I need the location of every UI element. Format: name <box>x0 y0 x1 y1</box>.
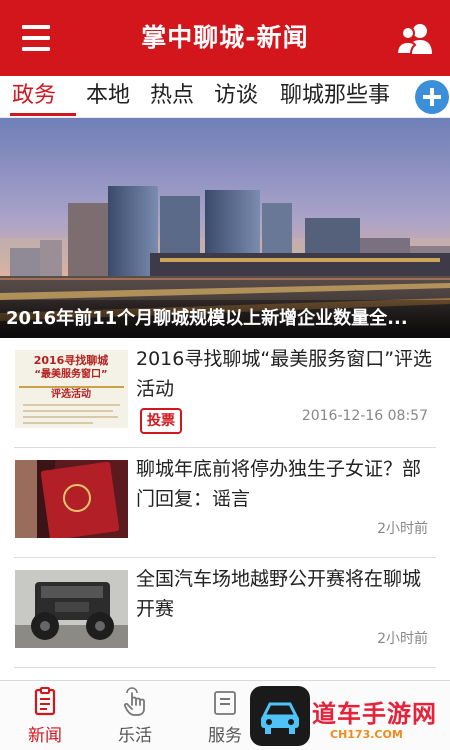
tab-bendi[interactable]: 本地 <box>86 76 130 116</box>
vote-badge[interactable]: 投票 <box>140 408 182 434</box>
news-time: 2小时前 <box>377 631 428 647</box>
menu-icon[interactable] <box>20 20 54 56</box>
nav-news[interactable]: 新闻 <box>0 681 90 750</box>
news-title: 聊城年底前将停办独生子女证？部门回复：谣言 <box>136 458 422 510</box>
tap-icon <box>121 687 149 717</box>
news-title: 2016寻找聊城“最美服务窗口”评选活动 <box>136 348 433 400</box>
news-thumbnail <box>15 460 128 538</box>
news-time: 2016-12-16 08:57 <box>301 408 428 424</box>
tab-redian[interactable]: 热点 <box>150 76 194 116</box>
svg-text:“最美服务窗口”: “最美服务窗口” <box>34 367 107 380</box>
svg-text:2016寻找聊城: 2016寻找聊城 <box>34 353 109 367</box>
nav-service[interactable]: 服务 <box>180 681 270 750</box>
plus-circle-icon[interactable] <box>415 80 449 114</box>
headline-banner[interactable]: 2016年前11个月聊城规模以上新增企业数量全... <box>0 118 450 338</box>
banner-caption: 2016年前11个月聊城规模以上新增企业数量全... <box>0 300 450 338</box>
active-tab-indicator <box>10 113 76 116</box>
nav-label: 新闻 <box>28 726 62 746</box>
tab-fangtan[interactable]: 访谈 <box>214 76 258 116</box>
tab-zhengwu[interactable]: 政务 <box>12 76 56 116</box>
news-time: 2小时前 <box>377 521 428 537</box>
bottom-navigation: 新闻 乐活 服务 <box>0 680 450 750</box>
user-icon[interactable] <box>395 20 434 56</box>
svg-text:评选活动: 评选活动 <box>51 387 91 400</box>
news-item[interactable]: 聊城年底前将停办独生子女证？部门回复：谣言 2小时前 <box>0 448 450 558</box>
divider <box>14 667 436 668</box>
news-item[interactable]: 全国汽车场地越野公开赛将在聊城开赛 2小时前 <box>0 558 450 668</box>
app-title: 掌中聊城-新闻 <box>141 23 309 52</box>
top-app-bar: 掌中聊城-新闻 <box>0 0 450 76</box>
news-thumbnail <box>15 570 128 648</box>
category-tabs: 政务 本地 热点 访谈 聊城那些事 <box>0 76 450 118</box>
nav-label: 服务 <box>208 726 242 746</box>
news-icon <box>31 687 59 717</box>
tab-liaocheng-stories[interactable]: 聊城那些事 <box>280 76 390 116</box>
service-icon <box>211 687 239 717</box>
nav-lehuo[interactable]: 乐活 <box>90 681 180 750</box>
news-thumbnail: 2016寻找聊城 “最美服务窗口” 评选活动 <box>15 350 128 428</box>
news-title: 全国汽车场地越野公开赛将在聊城开赛 <box>136 568 422 620</box>
nav-label: 乐活 <box>118 726 152 746</box>
news-item[interactable]: 2016寻找聊城 “最美服务窗口” 评选活动 2016寻找聊城“最美服务窗口”评… <box>0 338 450 448</box>
